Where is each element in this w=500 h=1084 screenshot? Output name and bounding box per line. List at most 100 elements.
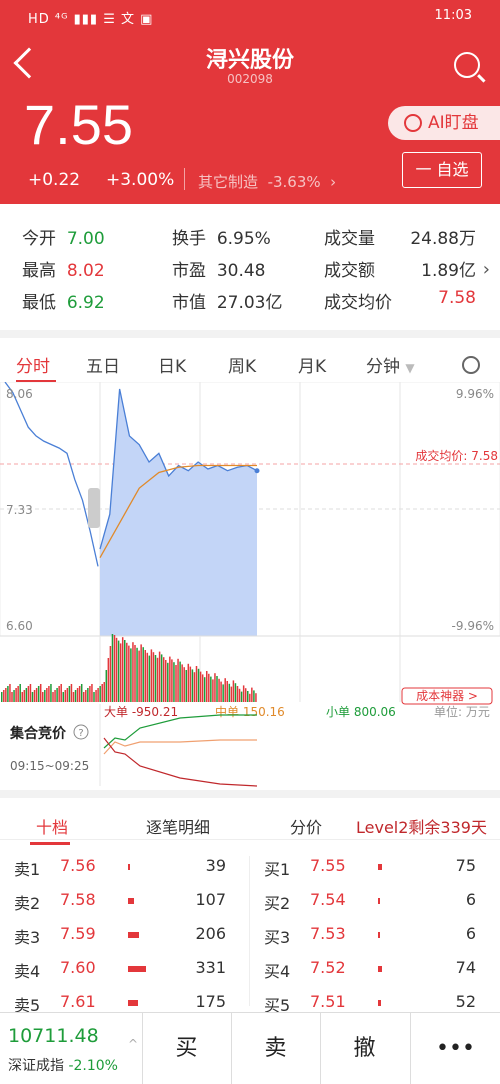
- tab-weekly-k[interactable]: 周K: [228, 352, 256, 377]
- volume-bar: [193, 672, 196, 702]
- pe-label: 市盈: [172, 261, 206, 281]
- volume-bar: [210, 676, 212, 702]
- sell-level-qty: 331: [195, 958, 226, 977]
- stats-panel[interactable]: 今开 7.00 最高 8.02 最低 6.92 换手 6.95% 市盈 30.4…: [0, 204, 500, 328]
- volume-bar: [29, 684, 32, 702]
- volume-bar: [52, 692, 54, 702]
- volume-bar: [1, 692, 3, 702]
- cost-tool-label: 成本神器 >: [416, 689, 478, 703]
- open-label: 今开: [22, 229, 56, 249]
- tab-price-distribution[interactable]: 分价: [290, 814, 322, 838]
- volume-bar: [5, 688, 7, 702]
- sell-volume-bar: [128, 932, 139, 938]
- volume-bar: [244, 688, 247, 702]
- tab-daily-k[interactable]: 日K: [158, 352, 186, 377]
- buy-level-qty: 74: [455, 958, 476, 977]
- buy-level-row[interactable]: 买3 7.53 6: [250, 924, 490, 954]
- volume-bar: [13, 690, 15, 702]
- sell-level-row[interactable]: 卖1 7.56 39: [0, 856, 240, 886]
- mcap-label: 市值: [172, 293, 206, 313]
- buy-level-row[interactable]: 买2 7.54 6: [250, 890, 490, 920]
- sell-level-qty: 175: [195, 992, 226, 1011]
- avg-line-label: 成交均价: 7.58: [415, 448, 498, 463]
- sell-button[interactable]: 卖: [231, 1013, 319, 1084]
- buy-level-qty: 6: [465, 924, 476, 943]
- volume-bar: [199, 671, 202, 702]
- buy-level-qty: 52: [455, 992, 476, 1011]
- volume-bar: [128, 645, 130, 702]
- volume-bar: [162, 657, 165, 702]
- y-top-label: 8.06: [6, 387, 33, 401]
- more-button[interactable]: •••: [410, 1013, 500, 1084]
- remove-watchlist-button[interactable]: 一 自选: [402, 152, 482, 188]
- volume-bar: [64, 690, 67, 702]
- volume-bar: [203, 677, 206, 702]
- tab-underline: [30, 842, 70, 845]
- volume-bar: [228, 683, 231, 702]
- sell-level-qty: 107: [195, 890, 226, 909]
- search-icon[interactable]: [454, 52, 480, 78]
- buy-level-qty: 75: [455, 856, 476, 875]
- buy-volume-bar: [378, 966, 382, 972]
- chevron-up-icon[interactable]: ^: [128, 1037, 138, 1051]
- divider: [184, 168, 185, 190]
- volume-bar: [136, 647, 138, 702]
- buy-level-label: 买1: [264, 860, 291, 879]
- volume-bar: [206, 671, 208, 702]
- volume-bar: [185, 670, 187, 702]
- tab-minute[interactable]: 分钟 ▼: [366, 352, 415, 377]
- sell-volume-bar: [128, 898, 134, 904]
- volume-bar: [236, 686, 239, 702]
- volume-bar: [158, 651, 161, 702]
- volume-bar: [42, 692, 44, 702]
- volume-bar: [138, 650, 140, 702]
- big-order-label: 大单 -950.21: [104, 705, 178, 719]
- buy-level-price: 7.51: [310, 992, 346, 1011]
- tab-ten-levels[interactable]: 十档: [36, 814, 68, 838]
- price-change-pct: +3.00%: [106, 170, 175, 190]
- avg-price-label: 成交均价: [324, 293, 392, 313]
- current-price: 7.55: [24, 93, 133, 156]
- ai-watch-button[interactable]: AI盯盘: [388, 106, 500, 140]
- volume-bar: [179, 661, 181, 702]
- volume-bar: [89, 686, 91, 702]
- gear-icon[interactable]: [462, 356, 480, 374]
- stock-name: 浔兴股份: [205, 48, 294, 73]
- intraday-chart[interactable]: 8.06 7.33 6.60 9.96% -9.96% 成交均价: 7.58 成…: [0, 381, 500, 792]
- volume-bar: [201, 674, 204, 702]
- buy-level-row[interactable]: 买1 7.55 75: [250, 856, 490, 886]
- volume-bar: [218, 678, 220, 702]
- sell-level-row[interactable]: 卖2 7.58 107: [0, 890, 240, 920]
- volume-bar: [154, 655, 157, 702]
- level2-remaining[interactable]: Level2剩余339天: [356, 814, 487, 838]
- volume-bar: [160, 654, 163, 702]
- chevron-right-icon[interactable]: ›: [483, 259, 490, 280]
- volume-bar: [249, 693, 251, 702]
- index-value[interactable]: 10711.48: [8, 1025, 99, 1047]
- volume-bar: [156, 657, 159, 702]
- index-name[interactable]: 深证成指 -2.10%: [8, 1055, 118, 1075]
- cancel-button[interactable]: 撤: [320, 1013, 408, 1084]
- volume-bar: [50, 684, 52, 702]
- buy-volume-bar: [378, 898, 380, 904]
- buy-level-row[interactable]: 买4 7.52 74: [250, 958, 490, 988]
- tab-monthly-k[interactable]: 月K: [298, 352, 326, 377]
- tab-5day[interactable]: 五日: [86, 352, 120, 377]
- pct-bot-label: -9.96%: [452, 619, 494, 633]
- volume-bar: [169, 656, 171, 702]
- sell-level-row[interactable]: 卖4 7.60 331: [0, 958, 240, 988]
- sector-link[interactable]: 其它制造 -3.63% ›: [198, 171, 336, 192]
- sell-level-label: 卖3: [14, 928, 41, 947]
- buy-button[interactable]: 买: [142, 1013, 230, 1084]
- sell-level-row[interactable]: 卖3 7.59 206: [0, 924, 240, 954]
- volume-bar: [191, 669, 194, 702]
- volume-bar: [115, 637, 118, 702]
- volume-bar: [226, 681, 228, 702]
- volume-bar: [173, 662, 175, 702]
- volume-bar: [62, 692, 64, 702]
- tab-intraday[interactable]: 分时: [16, 352, 50, 377]
- small-order-label: 小单 800.06: [326, 705, 396, 719]
- collapse-handle[interactable]: [88, 488, 100, 528]
- tab-tick-detail[interactable]: 逐笔明细: [146, 814, 210, 838]
- sell-volume-bar: [128, 1000, 138, 1006]
